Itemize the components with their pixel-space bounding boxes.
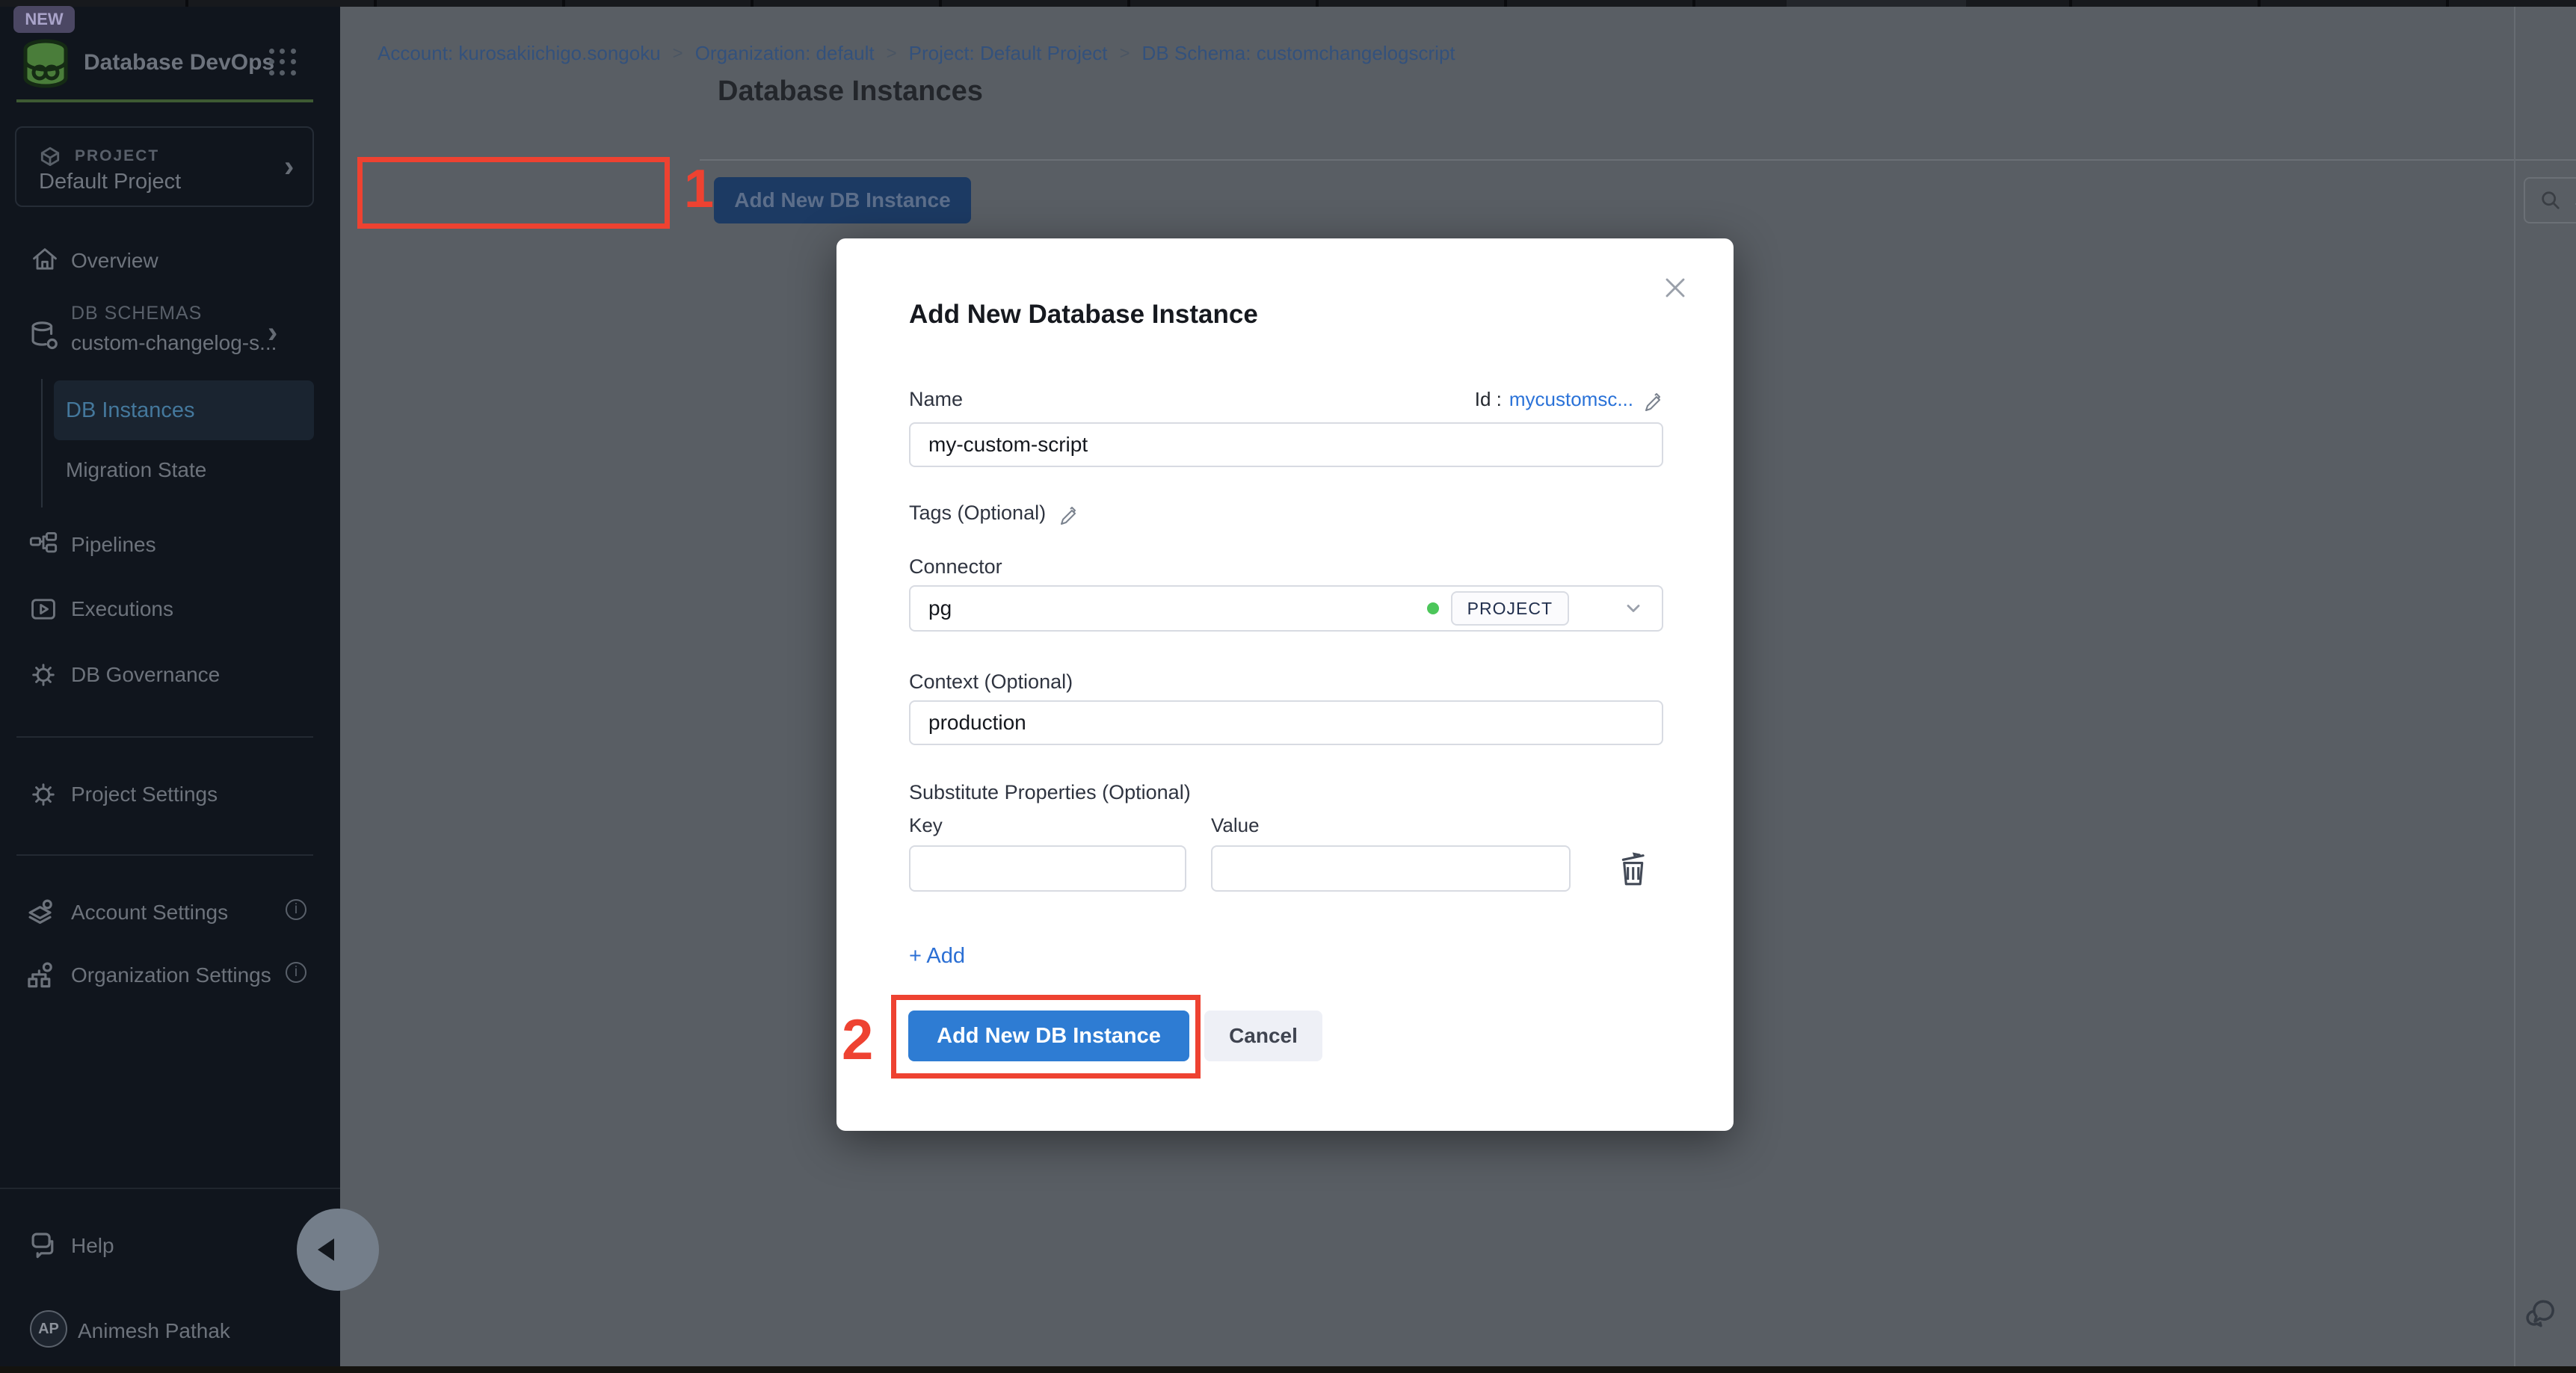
user-name: Animesh Pathak [78,1319,230,1343]
sidebar-item-db-schemas[interactable]: DB SCHEMAS custom-changelog-s... › [0,300,340,370]
value-column-label: Value [1211,814,1260,837]
sidebar-divider [0,1188,340,1189]
subnav-connector-line [41,379,43,507]
home-icon [30,244,60,274]
db-schema-name: custom-changelog-s... [71,331,277,355]
browser-tab-strip [0,0,2576,7]
tags-label: Tags (Optional) [909,502,1046,525]
sidebar-item-db-governance[interactable]: DB Governance [0,654,340,699]
substitute-key-input[interactable] [909,845,1186,892]
app-grid-icon[interactable] [266,46,299,78]
screen: NEW Database DevOps PROJECT Default Proj… [0,0,2576,1373]
chevron-right-icon: › [284,152,294,182]
db-schema-icon [28,319,61,352]
id-label: Id : [1475,388,1502,411]
sidebar-divider [16,854,313,856]
sidebar-item-label: Organization Settings [71,963,271,987]
annotation-number-1: 1 [684,158,714,220]
sidebar-item-label: Help [71,1234,114,1258]
project-card-name: Default Project [39,170,181,194]
sidebar-item-account-settings[interactable]: Account Settings i [0,890,340,938]
executions-icon [28,594,58,624]
annotation-box-1 [357,157,670,229]
project-card-label: PROJECT [75,147,159,165]
window-bottom-edge [0,1366,2576,1373]
delete-row-trash-icon[interactable] [1615,851,1650,887]
help-chat-icon [28,1229,61,1262]
key-column-label: Key [909,814,943,837]
close-icon[interactable] [1659,271,1692,304]
user-menu[interactable]: AP Animesh Pathak [0,1300,340,1360]
add-substitute-row-link[interactable]: + Add [909,944,965,969]
connector-value: pg [928,596,1415,620]
annotation-box-2 [891,995,1201,1079]
id-value-link[interactable]: mycustomsc... [1509,388,1633,411]
context-label: Context (Optional) [909,670,1073,694]
sidebar-divider [16,736,313,738]
sidebar-item-project-settings[interactable]: Project Settings [0,774,340,818]
connector-status-dot [1427,602,1439,614]
cube-icon [39,146,61,168]
edit-pencil-icon[interactable] [1641,389,1663,411]
sidebar-item-migration-state[interactable]: Migration State [54,449,314,494]
sidebar-item-label: Project Settings [71,783,218,806]
gear-icon [28,660,58,690]
name-input[interactable] [909,422,1663,467]
sidebar-item-label: DB Instances [66,398,194,423]
layers-gear-icon [25,896,58,929]
sidebar-item-label: Executions [71,597,173,621]
cancel-button[interactable]: Cancel [1204,1011,1322,1061]
connector-select[interactable]: pg PROJECT [909,585,1663,632]
sidebar-item-organization-settings[interactable]: Organization Settings i [0,953,340,1001]
sidebar-item-label: Pipelines [71,533,156,557]
sidebar-item-pipelines[interactable]: Pipelines [0,524,340,569]
sidebar-item-label: Account Settings [71,901,228,925]
chevron-right-icon: › [268,318,277,348]
avatar: AP [30,1310,67,1348]
sidebar: NEW Database DevOps PROJECT Default Proj… [0,7,340,1366]
connector-scope-badge: PROJECT [1451,591,1569,626]
sidebar-item-db-instances[interactable]: DB Instances [54,380,314,440]
sidebar-item-label: Overview [71,249,158,273]
new-badge: NEW [13,6,75,33]
info-icon[interactable]: i [286,899,306,920]
substitute-properties-label: Substitute Properties (Optional) [909,781,1191,804]
sidebar-item-label: DB Governance [71,663,220,687]
org-gear-icon [25,959,58,992]
annotation-number-2: 2 [842,1008,873,1073]
sidebar-item-help[interactable]: Help [0,1224,340,1271]
id-row: Id : mycustomsc... [836,388,1663,411]
tags-row: Tags (Optional) [909,502,1079,525]
gear-icon [28,780,58,809]
sidebar-item-executions[interactable]: Executions [0,588,340,633]
pipelines-icon [28,530,58,560]
chevron-down-icon[interactable] [1623,598,1644,619]
project-selector[interactable]: PROJECT Default Project › [15,126,314,207]
sidebar-item-overview[interactable]: Overview [0,240,340,285]
modal-title: Add New Database Instance [909,300,1258,330]
connector-label: Connector [909,555,1002,578]
info-icon[interactable]: i [286,962,306,983]
triangle-left-icon [318,1238,334,1261]
db-schemas-group-label: DB SCHEMAS [71,303,202,324]
brand-divider [16,99,313,102]
sidebar-item-label: Migration State [66,458,206,482]
brand-title[interactable]: Database DevOps [84,50,274,75]
browser-active-tab [1787,0,1966,7]
context-input[interactable] [909,700,1663,745]
substitute-value-input[interactable] [1211,845,1571,892]
database-devops-logo-icon [19,37,73,94]
edit-pencil-icon[interactable] [1056,502,1079,525]
